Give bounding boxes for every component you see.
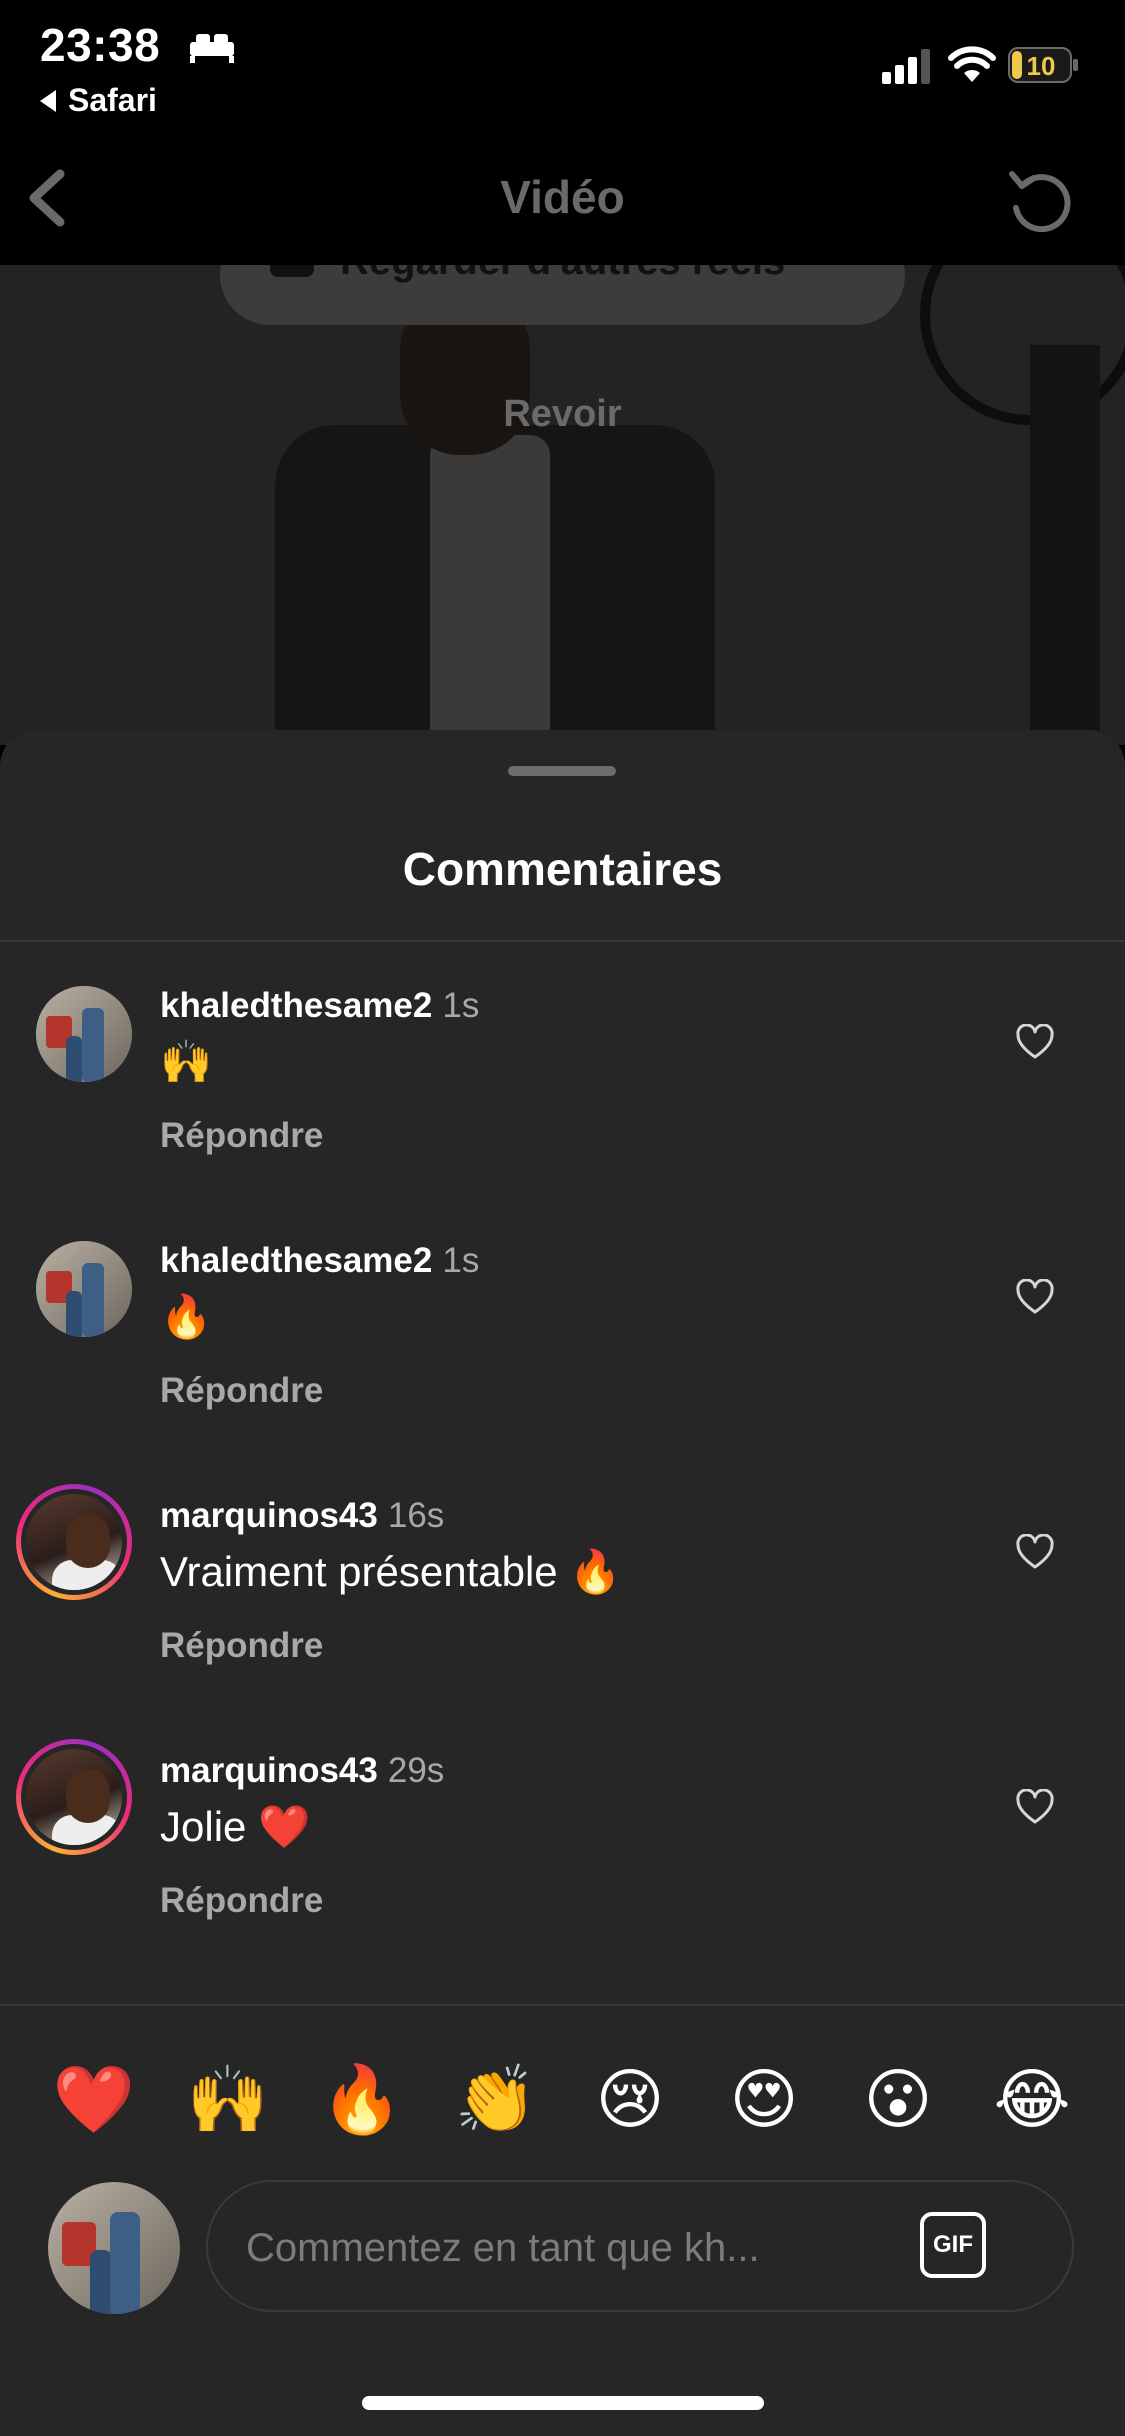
bed-icon [190,34,234,63]
emoji-crying-button[interactable]: 😢 [588,2060,672,2140]
story-avatar[interactable] [16,1739,132,1855]
my-avatar [48,2182,180,2314]
video-figure-shirt [430,435,550,745]
back-triangle-icon [40,90,56,112]
home-indicator [362,2396,764,2410]
emoji-fire-button[interactable]: 🔥 [320,2060,404,2140]
comment-header: marquinos43 16s [160,1496,444,1536]
comment-composer: GIF [206,2180,1074,2312]
comment-text: Jolie ❤️ [160,1803,311,1850]
comment-input[interactable] [244,2212,888,2284]
comment-item: khaledthesame2 1s 🙌 Répondre [0,986,1125,1236]
comment-text: 🔥 [160,1293,213,1340]
watch-more-reels-label: Regarder d'autres reels [340,265,785,284]
replay-button[interactable]: Revoir [0,393,1125,436]
heart-icon[interactable] [1016,1024,1054,1060]
refresh-icon[interactable] [1004,164,1076,236]
emoji-quick-bar: ❤️ 🙌 🔥 👏 😢 😍 😮 😂 [0,2040,1125,2160]
emoji-laughing-button[interactable]: 😂 [990,2060,1074,2140]
comment-username[interactable]: marquinos43 [160,1751,378,1790]
comment-username[interactable]: khaledthesame2 [160,1241,432,1280]
signal-icon [882,49,930,84]
comment-username[interactable]: marquinos43 [160,1496,378,1535]
gif-button[interactable]: GIF [920,2212,986,2278]
emoji-clap-button[interactable]: 👏 [454,2060,538,2140]
comment-header: khaledthesame2 1s [160,1241,479,1281]
sheet-grabber[interactable] [508,766,616,776]
comments-sheet: Commentaires khaledthesame2 1s 🙌 Répondre… [0,730,1125,2436]
comment-username[interactable]: khaledthesame2 [160,986,432,1025]
comments-title: Commentaires [402,843,723,895]
emoji-heart-button[interactable]: ❤️ [52,2060,136,2140]
emoji-surprised-button[interactable]: 😮 [856,2060,940,2140]
video-player[interactable]: Regarder d'autres reels Revoir [0,265,1125,745]
comment-text: 🙌 [160,1038,213,1085]
emoji-raised-hands-button[interactable]: 🙌 [186,2060,270,2140]
status-bar: 23:38 Safari 10 [0,0,1125,130]
comment-item: marquinos43 29s Jolie ❤️ Répondre [0,1739,1125,2001]
avatar[interactable] [36,1241,132,1337]
heart-icon[interactable] [1016,1534,1054,1570]
page-title: Vidéo [500,171,625,223]
reply-button[interactable]: Répondre [160,1116,323,1156]
avatar[interactable] [36,986,132,1082]
battery-icon: 10 [1008,46,1080,84]
comment-time: 29s [387,1751,445,1790]
back-to-app-link[interactable]: Safari [40,82,157,119]
divider [0,940,1125,942]
battery-level: 10 [1027,51,1056,81]
divider [0,2004,1125,2006]
comment-time: 16s [387,1496,445,1535]
status-time: 23:38 [40,19,161,71]
comment-time: 1s [442,1241,480,1280]
reply-button[interactable]: Répondre [160,1626,323,1666]
comment-text: Vraiment présentable 🔥 [160,1548,622,1595]
reply-button[interactable]: Répondre [160,1371,323,1411]
wifi-icon [948,46,996,82]
comment-time: 1s [442,986,480,1025]
heart-icon[interactable] [1016,1789,1054,1825]
reply-button[interactable]: Répondre [160,1881,323,1921]
emoji-heart-eyes-button[interactable]: 😍 [722,2060,806,2140]
comment-item: khaledthesame2 1s 🔥 Répondre [0,1241,1125,1491]
heart-icon[interactable] [1016,1279,1054,1315]
reels-icon [270,265,314,277]
comment-header: khaledthesame2 1s [160,986,479,1026]
back-app-label: Safari [68,82,157,118]
story-avatar[interactable] [16,1484,132,1600]
comment-item: marquinos43 16s Vraiment présentable 🔥 Ré… [0,1484,1125,1746]
comment-header: marquinos43 29s [160,1751,444,1791]
nav-bar: Vidéo [0,130,1125,265]
watch-more-reels-button[interactable]: Regarder d'autres reels [220,265,905,325]
